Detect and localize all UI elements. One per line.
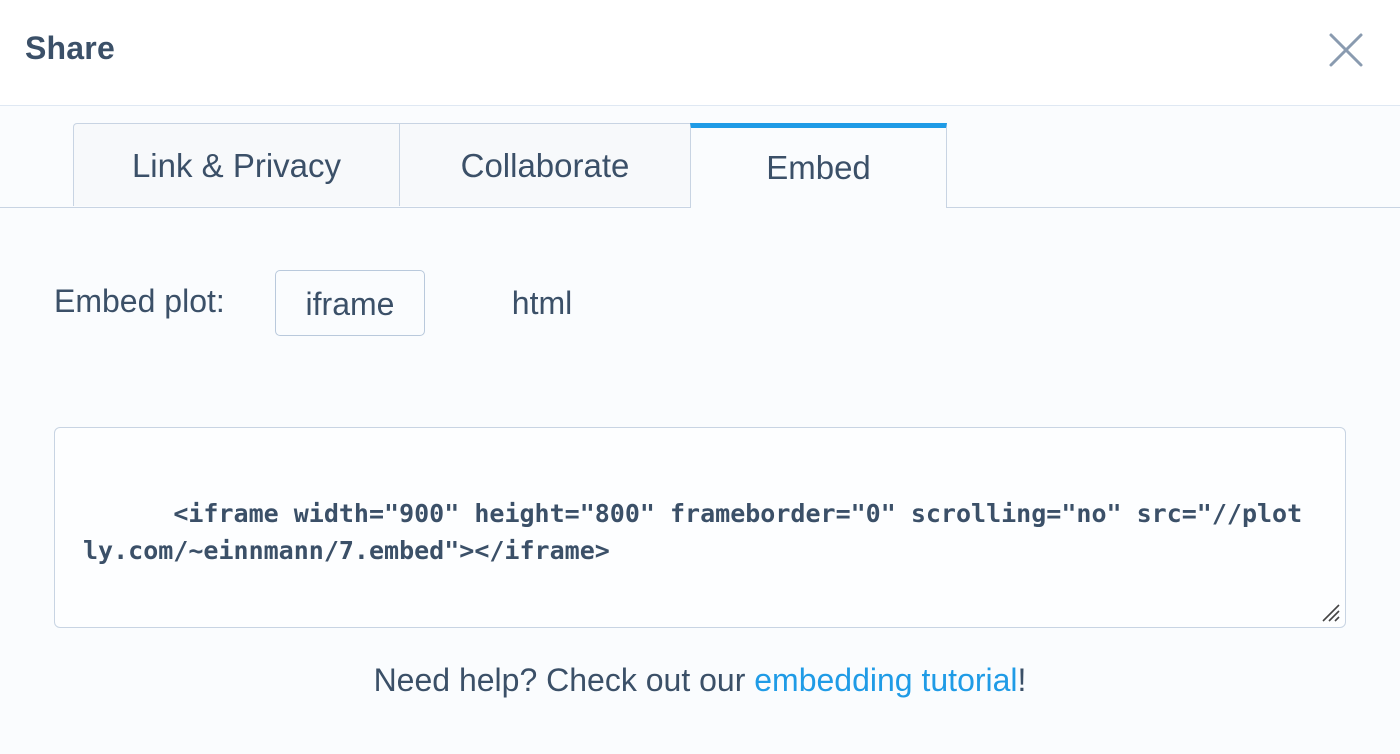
tab-link-privacy[interactable]: Link & Privacy — [73, 123, 400, 206]
tab-embed[interactable]: Embed — [690, 123, 947, 208]
embed-option-iframe[interactable]: iframe — [275, 270, 425, 336]
embedding-tutorial-link[interactable]: embedding tutorial — [754, 662, 1017, 698]
embed-panel: Embed plot: iframe html <iframe width="9… — [0, 208, 1400, 754]
help-text: Need help? Check out our embedding tutor… — [0, 662, 1400, 699]
dialog-title: Share — [25, 30, 115, 66]
embed-code-textarea[interactable]: <iframe width="900" height="800" framebo… — [54, 427, 1346, 628]
resize-handle-icon[interactable] — [1317, 599, 1341, 623]
help-suffix: ! — [1017, 662, 1027, 698]
close-button[interactable] — [1326, 30, 1366, 70]
embed-option-html[interactable]: html — [482, 270, 602, 336]
embed-code-text: <iframe width="900" height="800" framebo… — [83, 499, 1303, 565]
share-dialog: Share Link & Privacy Collaborate Embed E… — [0, 0, 1400, 754]
close-icon — [1329, 33, 1363, 67]
embed-plot-label: Embed plot: — [54, 283, 225, 319]
dialog-header: Share — [0, 0, 1400, 106]
help-prefix: Need help? Check out our — [373, 662, 755, 698]
tab-collaborate[interactable]: Collaborate — [399, 123, 691, 206]
tab-bar: Link & Privacy Collaborate Embed — [0, 106, 1400, 208]
